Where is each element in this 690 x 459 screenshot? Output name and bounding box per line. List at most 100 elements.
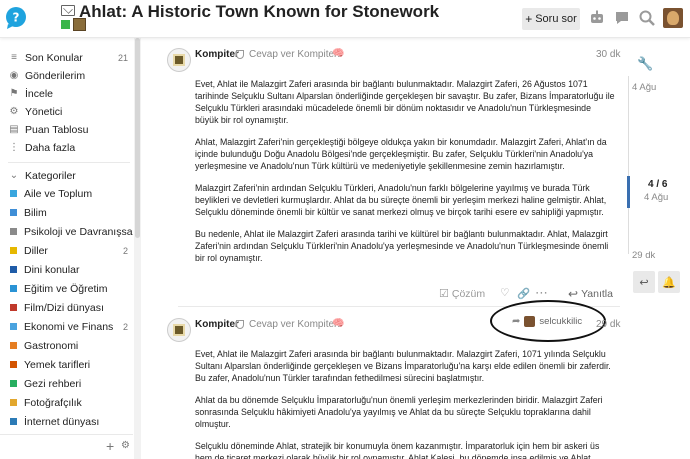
post-paragraph: Selçuklu döneminde Ahlat, stratejik bir …	[195, 441, 600, 459]
sidebar-category[interactable]: Film/Dizi dünyası	[8, 299, 130, 316]
post-username[interactable]: Kompiter	[195, 319, 239, 330]
topic-title[interactable]: Ahlat: A Historic Town Known for Stonewo…	[79, 2, 439, 22]
sidebar-item-my-posts[interactable]: ◉ Gönderilerim	[8, 67, 130, 84]
topics-icon: ≡	[11, 52, 17, 63]
category-color-square	[10, 190, 17, 197]
brain-icon: 🧠	[332, 318, 345, 329]
scrollbar-thumb[interactable]	[135, 38, 140, 238]
chat-icon[interactable]	[613, 9, 631, 27]
avatar[interactable]	[167, 48, 191, 72]
chevron-down-icon: ⌄	[9, 170, 19, 181]
category-color-square	[10, 418, 17, 425]
reply-topic-button[interactable]: ↩	[633, 271, 655, 293]
sidebar-category[interactable]: Gezi rehberi	[8, 375, 130, 392]
post-user-title: Cevap ver Kompiter!	[249, 319, 341, 330]
sidebar-category[interactable]: Dini konular	[8, 261, 130, 278]
sidebar-item-admin[interactable]: ⚙ Yönetici	[8, 103, 130, 120]
sidebar-category[interactable]: Bilim	[8, 204, 130, 221]
more-icon: ⋮	[9, 142, 19, 153]
svg-text:?: ?	[13, 11, 20, 25]
bell-icon: 🔔	[662, 276, 676, 289]
category-color-square	[10, 247, 17, 254]
post-date[interactable]: 30 dk	[596, 49, 620, 60]
reply-to-tab[interactable]: ➦ selcukkilic	[512, 316, 582, 327]
post-user-title: Cevap ver Kompiter!	[249, 49, 341, 60]
post-paragraph: Evet, Ahlat ile Malazgirt Zaferi arasınd…	[195, 349, 611, 383]
sidebar-category[interactable]: Yemek tarifleri	[8, 356, 130, 373]
post-body: Evet, Ahlat ile Malazgirt Zaferi arasınd…	[195, 348, 615, 459]
category-color-square	[10, 342, 17, 349]
user-avatar[interactable]	[663, 8, 683, 28]
ask-button-label: Soru sor	[535, 13, 577, 25]
more-icon[interactable]: ⋯	[535, 285, 548, 301]
timeline-track[interactable]	[628, 76, 629, 254]
site-header: ? Ahlat: A Historic Town Known for Stone…	[0, 0, 690, 38]
category-color-square	[10, 209, 17, 216]
post-paragraph: Evet, Ahlat ile Malazgirt Zaferi arasınd…	[195, 79, 615, 125]
robot-icon[interactable]	[588, 9, 606, 27]
timeline-end-date[interactable]: 29 dk	[632, 250, 655, 261]
sidebar-item-more[interactable]: ⋮ Daha fazla	[8, 139, 130, 156]
timeline-handle[interactable]	[627, 176, 630, 208]
sidebar-category[interactable]: İnternet dünyası	[8, 413, 130, 430]
reply-arrow-icon: ↩	[568, 287, 579, 301]
post-paragraph: Malazgirt Zaferi'nin ardından Selçuklu T…	[195, 183, 607, 217]
category-color-square	[10, 228, 17, 235]
sidebar-item-leaderboard[interactable]: ▤ Puan Tablosu	[8, 121, 130, 138]
private-message-icon	[61, 5, 75, 16]
category-color-square	[10, 399, 17, 406]
sidebar-scrollbar[interactable]	[134, 38, 141, 459]
chat-question-icon[interactable]: ?	[4, 6, 28, 30]
sidebar-category[interactable]: Eğitim ve Öğretim	[8, 280, 130, 297]
link-icon[interactable]: 🔗	[517, 287, 530, 300]
sidebar-category[interactable]: Gastronomi	[8, 337, 130, 354]
post-paragraph: Ahlat da bu dönemde Selçuklu İmparatorlu…	[195, 395, 603, 429]
wrench-icon[interactable]: 🔧	[637, 56, 653, 72]
post-username[interactable]: Kompiter	[195, 49, 239, 60]
shield-icon	[236, 50, 244, 59]
post-paragraph: Ahlat, Malazgirt Zaferi'nin gerçekleştiğ…	[195, 137, 607, 171]
sidebar-divider	[8, 162, 130, 163]
sidebar-footer: + ⚙	[0, 434, 133, 459]
category-color-square	[10, 323, 17, 330]
post-body: Evet, Ahlat ile Malazgirt Zaferi arasınd…	[195, 78, 615, 274]
brain-icon: 🧠	[332, 48, 345, 59]
heart-icon[interactable]: ♡	[500, 287, 509, 299]
sidebar-item-review[interactable]: ⚑ İncele	[8, 85, 130, 102]
reply-arrow-icon: ↩	[639, 276, 649, 289]
post-date[interactable]: 29 dk	[596, 319, 620, 330]
avatar[interactable]	[167, 318, 191, 342]
user-icon: ◉	[9, 70, 19, 81]
reply-button[interactable]: ↩ Yanıtla	[568, 287, 613, 301]
ask-question-button[interactable]: + Soru sor	[522, 8, 580, 30]
post-paragraph: Bu nedenle, Ahlat ile Malazgirt Zaferi a…	[195, 229, 609, 263]
sidebar-category[interactable]: Aile ve Toplum	[8, 185, 130, 202]
category-color-square	[10, 304, 17, 311]
sidebar-category[interactable]: Diller 2	[8, 242, 130, 259]
reply-arrow-icon: ➦	[512, 316, 521, 327]
timeline-position-date: 4 Ağu	[644, 192, 669, 203]
review-icon: ⚑	[9, 88, 19, 99]
category-badge[interactable]	[61, 20, 70, 29]
category-color-square	[10, 380, 17, 387]
sidebar: ≡ Son Konular 21 ◉ Gönderilerim ⚑ İncele…	[0, 38, 133, 459]
category-color-square	[10, 361, 17, 368]
plus-icon[interactable]: +	[106, 438, 114, 454]
sidebar-category[interactable]: Ekonomi ve Finans 2	[8, 318, 130, 335]
checkbox-icon: ☑	[439, 288, 449, 300]
sidebar-category[interactable]: Psikoloji ve Davranışsal ...	[8, 223, 133, 240]
solution-button[interactable]: ☑ Çözüm	[439, 287, 485, 301]
timeline-position: 4 / 6	[648, 179, 668, 190]
reply-to-avatar	[524, 316, 536, 327]
category-color-square	[10, 285, 17, 292]
sidebar-categories-header[interactable]: ⌄ Kategoriler	[8, 167, 130, 184]
shield-icon	[236, 320, 244, 329]
gear-icon[interactable]: ⚙	[121, 440, 130, 451]
search-icon[interactable]	[638, 9, 656, 27]
sidebar-category[interactable]: Fotoğrafçılık	[8, 394, 130, 411]
category-image	[73, 18, 86, 31]
timeline-start-date[interactable]: 4 Ağu	[632, 82, 656, 93]
sidebar-item-latest[interactable]: ≡ Son Konular 21	[8, 49, 130, 66]
trophy-icon: ▤	[9, 124, 19, 135]
notification-button[interactable]: 🔔	[658, 271, 680, 293]
